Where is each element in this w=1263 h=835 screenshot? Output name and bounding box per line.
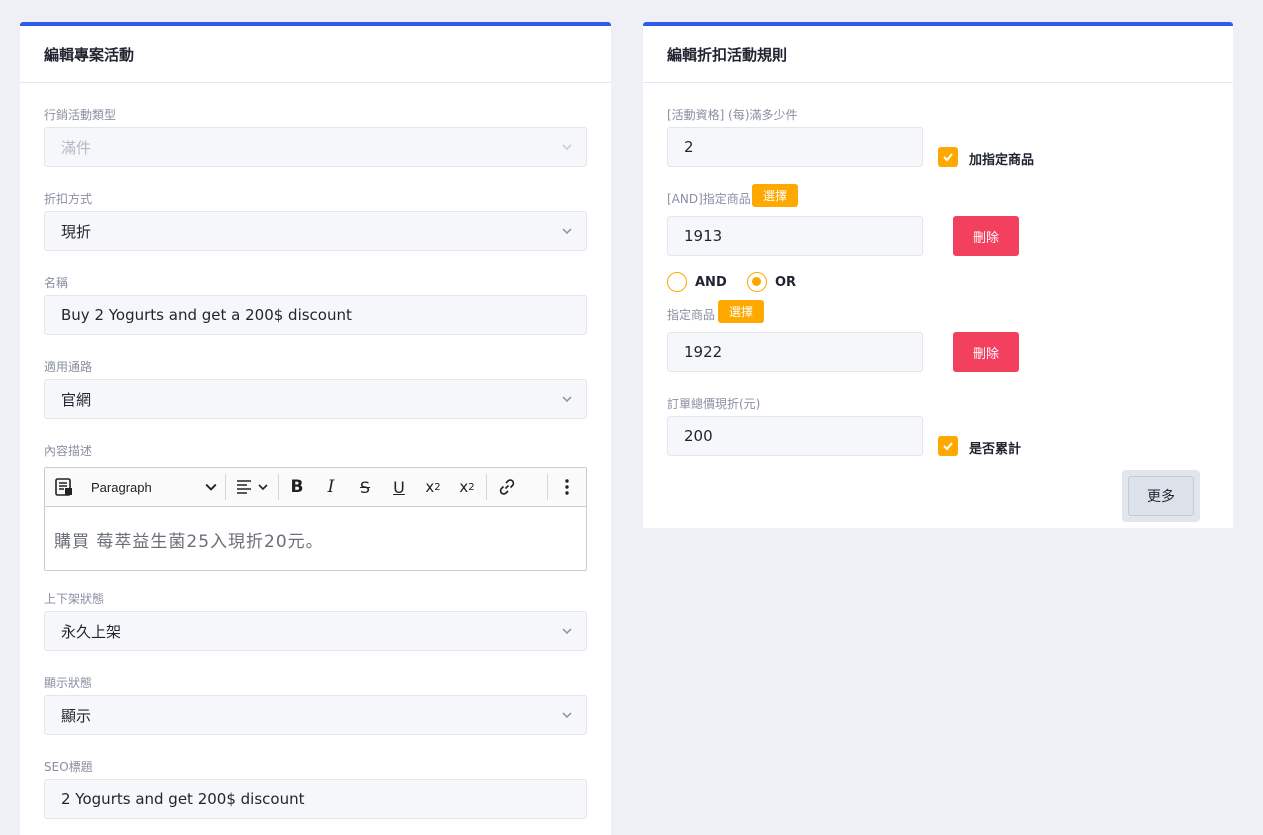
paragraph-style-dropdown[interactable]: Paragraph xyxy=(87,468,221,506)
and-product-label: [AND]指定商品 xyxy=(667,192,751,206)
shelf-status-value: 永久上架 xyxy=(61,622,122,641)
more-button[interactable]: 更多 xyxy=(1128,476,1194,516)
subscript-icon[interactable]: x2 xyxy=(419,468,447,506)
align-dropdown[interactable] xyxy=(231,468,275,506)
discount-method-value: 現折 xyxy=(61,222,92,241)
cumulative-label: 是否累計 xyxy=(969,442,1022,457)
check-icon xyxy=(943,442,953,451)
add-product-checkbox[interactable] xyxy=(938,147,958,167)
product-label: 指定商品 xyxy=(667,308,716,322)
display-status-select[interactable]: 顯示 xyxy=(44,695,587,735)
more-button-focus-ring: 更多 xyxy=(1122,470,1200,522)
chevron-down-icon xyxy=(562,396,572,403)
name-label: 名稱 xyxy=(44,276,69,290)
strikethrough-icon[interactable]: S xyxy=(351,468,379,506)
chevron-down-icon xyxy=(205,483,217,491)
edit-discount-rules-card: 編輯折扣活動規則 [活動資格] (每)滿多少件 2 加指定商品 [AND]指定商… xyxy=(643,22,1233,528)
min-qty-input[interactable]: 2 xyxy=(667,127,923,167)
seo-title-value: 2 Yogurts and get 200$ discount xyxy=(61,790,305,808)
campaign-type-select[interactable]: 滿件 xyxy=(44,127,587,167)
product-input[interactable]: 1922 xyxy=(667,332,923,372)
chevron-down-icon xyxy=(562,712,572,719)
product-value: 1922 xyxy=(684,343,723,361)
editor-toolbar: Paragraph B I S U x2 x2 xyxy=(45,468,586,507)
discount-method-select[interactable]: 現折 xyxy=(44,211,587,251)
logic-or-label: OR xyxy=(775,275,797,290)
logic-and-radio[interactable] xyxy=(667,272,687,292)
chevron-down-icon xyxy=(562,628,572,635)
channel-value: 官網 xyxy=(61,390,92,409)
chevron-down-icon xyxy=(562,228,572,235)
link-icon[interactable] xyxy=(493,468,521,506)
display-status-value: 顯示 xyxy=(61,706,92,725)
shelf-status-label: 上下架狀態 xyxy=(44,592,105,606)
paragraph-style-value: Paragraph xyxy=(91,479,152,495)
display-status-label: 顯示狀態 xyxy=(44,676,93,690)
more-options-icon[interactable] xyxy=(553,468,581,506)
product-delete-button[interactable]: 刪除 xyxy=(953,332,1019,372)
check-icon xyxy=(943,153,953,162)
seo-title-label: SEO標題 xyxy=(44,760,93,774)
and-product-input[interactable]: 1913 xyxy=(667,216,923,256)
discount-method-label: 折扣方式 xyxy=(44,192,93,206)
order-discount-input[interactable]: 200 xyxy=(667,416,923,456)
channel-select[interactable]: 官網 xyxy=(44,379,587,419)
rich-text-editor[interactable]: Paragraph B I S U x2 x2 購買 莓萃益生菌25入現折20元… xyxy=(44,467,587,571)
blocks-icon[interactable] xyxy=(51,468,77,506)
chevron-down-icon xyxy=(562,144,572,151)
name-input[interactable]: Buy 2 Yogurts and get a 200$ discount xyxy=(44,295,587,335)
campaign-type-value: 滿件 xyxy=(61,138,92,157)
add-product-label: 加指定商品 xyxy=(969,153,1035,168)
and-product-value: 1913 xyxy=(684,227,723,245)
card-title: 編輯專案活動 xyxy=(20,26,611,83)
shelf-status-select[interactable]: 永久上架 xyxy=(44,611,587,651)
align-left-icon xyxy=(237,480,268,494)
min-qty-label: [活動資格] (每)滿多少件 xyxy=(667,108,798,122)
editor-content[interactable]: 購買 莓萃益生菌25入現折20元。 xyxy=(45,507,586,572)
bold-icon[interactable]: B xyxy=(283,468,311,506)
edit-campaign-card: 編輯專案活動 行銷活動類型 滿件 折扣方式 現折 名稱 Buy 2 Yogurt… xyxy=(20,22,611,835)
product-choose-button[interactable]: 選擇 xyxy=(718,300,764,323)
logic-or-radio[interactable] xyxy=(747,272,767,292)
italic-icon[interactable]: I xyxy=(317,468,345,506)
channel-label: 適用通路 xyxy=(44,360,93,374)
description-label: 內容描述 xyxy=(44,444,93,458)
and-product-delete-button[interactable]: 刪除 xyxy=(953,216,1019,256)
card-title: 編輯折扣活動規則 xyxy=(643,26,1233,83)
order-discount-value: 200 xyxy=(684,427,713,445)
min-qty-value: 2 xyxy=(684,138,694,156)
and-product-choose-button[interactable]: 選擇 xyxy=(752,184,798,207)
cumulative-checkbox[interactable] xyxy=(938,436,958,456)
order-discount-label: 訂單總價現折(元) xyxy=(667,397,761,411)
name-value: Buy 2 Yogurts and get a 200$ discount xyxy=(61,306,352,324)
underline-icon[interactable]: U xyxy=(385,468,413,506)
logic-and-label: AND xyxy=(695,275,727,290)
seo-title-input[interactable]: 2 Yogurts and get 200$ discount xyxy=(44,779,587,819)
superscript-icon[interactable]: x2 xyxy=(453,468,481,506)
campaign-type-label: 行銷活動類型 xyxy=(44,108,117,122)
